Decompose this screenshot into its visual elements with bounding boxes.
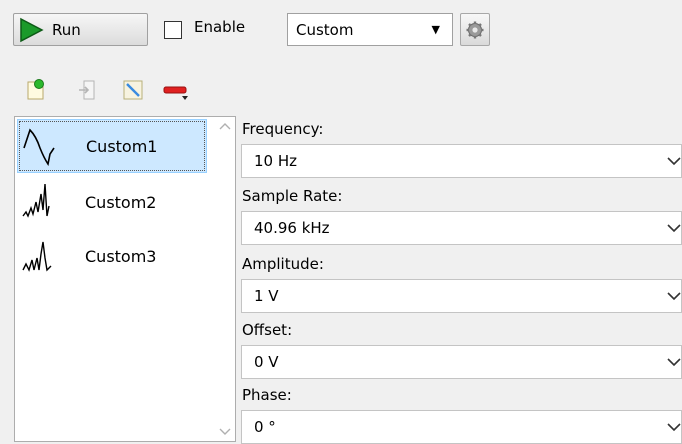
custom1-wave-icon xyxy=(23,128,55,166)
remove-button[interactable] xyxy=(162,76,190,104)
enable-label: Enable xyxy=(194,18,246,36)
list-item-label: Custom1 xyxy=(86,136,158,156)
settings-button[interactable] xyxy=(460,13,490,46)
frequency-label: Frequency: xyxy=(242,120,324,138)
list-item-custom1[interactable]: Custom1 xyxy=(17,119,207,173)
list-item-label: Custom3 xyxy=(85,246,157,266)
sample-rate-value: 40.96 kHz xyxy=(254,219,330,237)
chevron-down-icon xyxy=(667,423,681,432)
sample-rate-dropdown[interactable]: 40.96 kHz xyxy=(241,211,682,245)
run-button[interactable]: Run xyxy=(13,13,148,46)
chevron-down-icon xyxy=(667,358,681,367)
offset-value: 0 V xyxy=(254,353,279,371)
amplitude-label: Amplitude: xyxy=(242,255,324,273)
custom2-wave-icon xyxy=(22,183,50,218)
list-item-custom2[interactable]: Custom2 xyxy=(17,175,207,229)
gear-icon xyxy=(466,21,484,38)
amplitude-dropdown[interactable]: 1 V xyxy=(241,279,682,313)
phase-value: 0 ° xyxy=(254,418,276,436)
offset-label: Offset: xyxy=(242,321,293,339)
chevron-down-icon xyxy=(667,157,681,166)
list-item-label: Custom2 xyxy=(85,192,157,212)
list-item-custom3[interactable]: Custom3 xyxy=(17,229,207,283)
list-scrollbar[interactable] xyxy=(215,117,235,441)
edit-icon xyxy=(123,80,143,100)
phase-label: Phase: xyxy=(242,386,292,404)
phase-dropdown[interactable]: 0 ° xyxy=(241,410,682,444)
enable-checkbox[interactable] xyxy=(164,21,182,39)
waveform-list[interactable]: Custom1 Custom2 Custom3 xyxy=(14,116,236,442)
add-waveform-button[interactable] xyxy=(22,76,50,104)
add-waveform-icon xyxy=(27,79,44,100)
edit-button[interactable] xyxy=(119,76,147,104)
import-icon xyxy=(79,80,95,100)
frequency-dropdown[interactable]: 10 Hz xyxy=(241,144,682,178)
frequency-value: 10 Hz xyxy=(254,152,298,170)
scroll-up-icon[interactable] xyxy=(215,117,235,137)
mode-dropdown[interactable]: Custom ▼ xyxy=(287,13,453,46)
run-label: Run xyxy=(52,20,81,39)
import-button[interactable] xyxy=(75,76,103,104)
custom3-wave-icon xyxy=(22,241,52,272)
scroll-down-icon[interactable] xyxy=(215,421,235,441)
chevron-down-icon xyxy=(667,292,681,301)
chevron-down-icon xyxy=(667,224,681,233)
offset-dropdown[interactable]: 0 V xyxy=(241,345,682,379)
amplitude-value: 1 V xyxy=(254,287,279,305)
mode-value: Custom xyxy=(296,20,354,39)
play-icon xyxy=(20,17,44,42)
remove-icon xyxy=(163,86,188,100)
chevron-down-icon: ▼ xyxy=(431,23,440,36)
sample-rate-label: Sample Rate: xyxy=(242,187,343,205)
